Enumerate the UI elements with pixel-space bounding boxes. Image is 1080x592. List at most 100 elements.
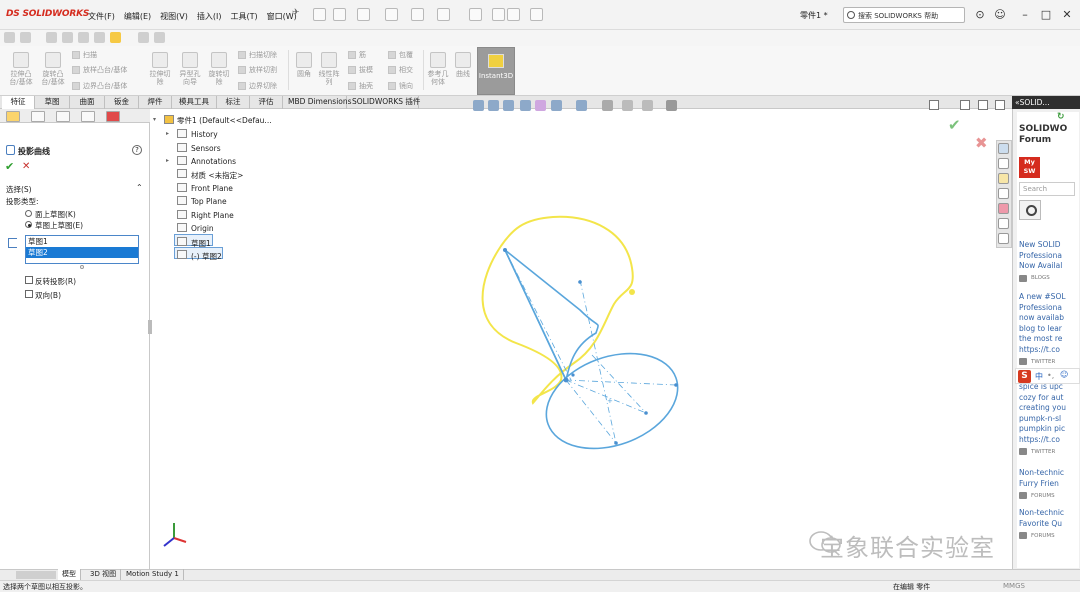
ime-mode[interactable]: 中 bbox=[1035, 371, 1043, 382]
tree-item[interactable]: Origin bbox=[191, 224, 214, 233]
tree-item[interactable]: Front Plane bbox=[191, 184, 233, 193]
new-document-icon[interactable] bbox=[333, 8, 346, 21]
news-line[interactable]: https://t.co bbox=[1019, 435, 1060, 446]
menu-item[interactable]: 编辑(E) bbox=[124, 11, 151, 22]
boundary-boss-button[interactable]: 边界凸台/基体 bbox=[72, 81, 127, 91]
tab-command[interactable]: 曲面 bbox=[70, 96, 105, 109]
wrap-button[interactable]: 包覆 bbox=[388, 50, 413, 60]
tab-command[interactable]: 标注 bbox=[217, 96, 250, 109]
bottom-tab[interactable]: 3D 视图 bbox=[86, 569, 122, 580]
pin-icon[interactable]: ✈ bbox=[292, 8, 301, 21]
forum-search-button[interactable] bbox=[1019, 200, 1041, 220]
tree-item[interactable]: Sensors bbox=[191, 144, 221, 153]
sketch2-curve[interactable] bbox=[504, 249, 691, 466]
display-manager-tab-icon[interactable] bbox=[106, 111, 120, 122]
graphics-area[interactable]: + bbox=[151, 110, 1011, 568]
dimxpert-tab-icon[interactable] bbox=[81, 111, 95, 122]
news-line[interactable]: Non-technic bbox=[1019, 468, 1064, 479]
tab-command[interactable]: 钣金 bbox=[105, 96, 139, 109]
tab-scroll-bar[interactable] bbox=[16, 571, 56, 579]
tab-command[interactable]: 评估 bbox=[250, 96, 283, 109]
resources-home-icon[interactable] bbox=[998, 143, 1009, 154]
menu-item[interactable]: 视图(V) bbox=[160, 11, 188, 22]
forum-search-input[interactable]: Search bbox=[1019, 182, 1075, 196]
sweep-button[interactable]: 扫描 bbox=[72, 50, 97, 60]
instant3d-button[interactable]: Instant3D bbox=[477, 47, 515, 95]
settings-icon[interactable] bbox=[154, 32, 165, 43]
revolve-cut-button[interactable]: 旋转切 除 bbox=[205, 52, 233, 86]
custom-properties-icon[interactable] bbox=[998, 218, 1009, 229]
news-line[interactable]: Furry Frien bbox=[1019, 479, 1059, 490]
tree-item[interactable]: Right Plane bbox=[191, 211, 234, 220]
list-resize-handle[interactable] bbox=[80, 265, 84, 269]
options-gear-icon[interactable] bbox=[530, 8, 543, 21]
news-line[interactable]: now availab bbox=[1019, 313, 1064, 324]
news-line[interactable]: cozy for aut bbox=[1019, 393, 1063, 404]
tree-item[interactable]: History bbox=[191, 130, 218, 139]
news-line[interactable]: blog to lear bbox=[1019, 324, 1062, 335]
shell-button[interactable]: 抽壳 bbox=[348, 81, 373, 91]
swept-cut-button[interactable]: 扫描切除 bbox=[238, 50, 277, 60]
tab-command[interactable]: 特征 bbox=[2, 96, 35, 109]
measure-icon[interactable] bbox=[62, 32, 73, 43]
selection-group-header[interactable]: 选择(S) bbox=[6, 184, 32, 195]
maximize-button[interactable]: □ bbox=[1038, 7, 1054, 23]
feature-manager-tab-icon[interactable] bbox=[6, 111, 20, 122]
boundary-cut-button[interactable]: 边界切除 bbox=[238, 81, 277, 91]
rib-button[interactable]: 筋 bbox=[348, 50, 366, 60]
collapse-chevron-icon[interactable]: ⌃ bbox=[136, 183, 143, 192]
draft-button[interactable]: 拔模 bbox=[348, 65, 373, 75]
tree-item[interactable]: Top Plane bbox=[191, 197, 227, 206]
tab-command[interactable]: 模具工具 bbox=[172, 96, 217, 109]
home-icon[interactable] bbox=[313, 8, 326, 21]
tab-command[interactable]: MBD Dimensions bbox=[283, 96, 352, 109]
help-search-input[interactable]: 搜索 SOLIDWORKS 帮助 bbox=[843, 7, 965, 23]
revolve-boss-button[interactable]: 旋转凸 台/基体 bbox=[38, 52, 68, 86]
news-line[interactable]: https://t.co bbox=[1019, 345, 1060, 356]
linear-pattern-button[interactable]: 线性阵 列 bbox=[316, 52, 342, 86]
ime-toolbar[interactable]: S 中 •, ☺ bbox=[1015, 368, 1080, 384]
news-line[interactable]: Favorite Qu bbox=[1019, 519, 1062, 530]
configuration-manager-tab-icon[interactable] bbox=[56, 111, 70, 122]
view-palette-icon[interactable] bbox=[998, 188, 1009, 199]
mirror-button[interactable]: 镜向 bbox=[388, 81, 413, 91]
sketch-on-sketch-radio[interactable] bbox=[25, 221, 32, 228]
loft-button[interactable]: 放样凸台/基体 bbox=[72, 65, 127, 75]
mysolidworks-logo[interactable]: My SW bbox=[1019, 157, 1040, 178]
select-icon[interactable] bbox=[469, 8, 482, 21]
lofted-cut-button[interactable]: 放样切割 bbox=[238, 65, 277, 75]
help-question-icon[interactable]: ⊙ bbox=[972, 7, 988, 23]
news-line[interactable]: Now Availal bbox=[1019, 261, 1062, 272]
task-pane-header[interactable]: «SOLID... bbox=[1012, 96, 1080, 109]
selected-sketch-item[interactable]: 草图1 bbox=[26, 236, 138, 247]
ime-emoji-icon[interactable]: ☺ bbox=[1060, 370, 1068, 379]
news-line[interactable]: the most re bbox=[1019, 334, 1062, 345]
tree-root-part[interactable]: 零件1 (Default<<Defau... bbox=[177, 115, 272, 126]
ime-punctuation-icon[interactable]: •, bbox=[1047, 371, 1054, 380]
close-button[interactable]: ✕ bbox=[1059, 7, 1075, 23]
sketch-on-faces-radio[interactable] bbox=[25, 210, 32, 217]
expand-arrow-icon[interactable]: ▾ bbox=[153, 116, 156, 123]
reference-geometry-button[interactable]: 参考几 何体 bbox=[426, 52, 450, 86]
tree-item[interactable]: (-) 草图2 bbox=[191, 251, 222, 262]
ok-button[interactable]: ✔ bbox=[5, 160, 14, 173]
file-explorer-icon[interactable] bbox=[998, 173, 1009, 184]
sketch1-curve[interactable] bbox=[481, 215, 635, 405]
solidworks-logo[interactable]: DS SOLIDWORKS bbox=[6, 9, 89, 19]
fillet-button[interactable]: 圆角 bbox=[292, 52, 316, 78]
news-line[interactable]: New SOLID bbox=[1019, 240, 1061, 251]
news-line[interactable]: Non-technic bbox=[1019, 508, 1064, 519]
window-close-icon[interactable] bbox=[995, 100, 1005, 110]
unit-system[interactable]: MMGS bbox=[1003, 582, 1025, 590]
edit-icon[interactable] bbox=[78, 32, 89, 43]
expand-arrow-icon[interactable]: ▸ bbox=[166, 157, 169, 164]
extrude-boss-button[interactable]: 拉伸凸 台/基体 bbox=[6, 52, 36, 86]
window-restore-icon[interactable] bbox=[929, 100, 939, 110]
hole-wizard-button[interactable]: 异型孔 向导 bbox=[176, 52, 204, 86]
bottom-tab[interactable]: Motion Study 1 bbox=[122, 569, 184, 580]
curves-button[interactable]: 曲线 bbox=[452, 52, 474, 78]
tab-command[interactable]: 焊件 bbox=[139, 96, 172, 109]
intersect-button[interactable]: 相交 bbox=[388, 65, 413, 75]
menu-item[interactable]: 文件(F) bbox=[88, 11, 115, 22]
appearance-icon[interactable] bbox=[110, 32, 121, 43]
